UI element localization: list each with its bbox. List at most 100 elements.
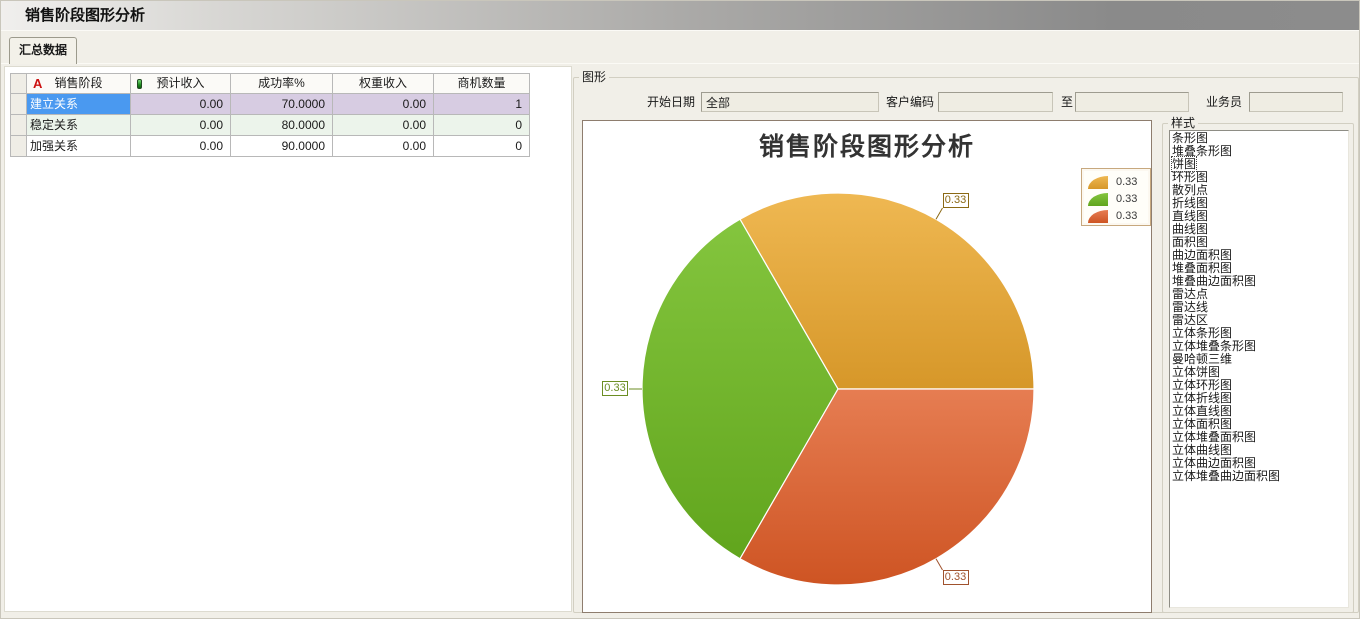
table-row[interactable]: 建立关系 0.00 70.0000 0.00 1 [11,94,530,115]
start-date-input[interactable] [701,92,879,112]
start-date-label: 开始日期 [647,93,695,112]
pie-chart [583,121,1151,612]
chart-area: 销售阶段图形分析 0.33 0.33 0.33 0.33 0.33 [582,120,1152,613]
style-option-label: 立体条形图 [1172,326,1232,340]
cell-success-rate[interactable]: 70.0000 [231,94,333,115]
legend-item: 0.33 [1088,208,1150,224]
cell-success-rate[interactable]: 90.0000 [231,136,333,157]
column-header-label: 预计收入 [156,76,204,90]
cell-weighted-income[interactable]: 0.00 [333,136,434,157]
cell-stage[interactable]: 加强关系 [27,136,131,157]
style-option-label: 雷达区 [1172,313,1208,327]
table-row[interactable]: 稳定关系 0.00 80.0000 0.00 0 [11,115,530,136]
style-option-label: 面积图 [1172,235,1208,249]
style-option-label: 立体折线图 [1172,391,1232,405]
column-header-opportunity-count[interactable]: 商机数量 [434,74,530,94]
cell-weighted-income[interactable]: 0.00 [333,94,434,115]
style-option-label: 立体堆叠曲边面积图 [1172,469,1280,483]
salesperson-input[interactable] [1249,92,1343,112]
style-option-label: 直线图 [1172,209,1208,223]
legend-value: 0.33 [1116,193,1137,205]
style-option-label: 立体堆叠条形图 [1172,339,1256,353]
cell-opportunity-count[interactable]: 1 [434,94,530,115]
legend-value: 0.33 [1116,210,1137,222]
style-option-label: 立体面积图 [1172,417,1232,431]
style-option-label: 雷达点 [1172,287,1208,301]
legend-item: 0.33 [1088,191,1150,207]
column-header-label: 销售阶段 [54,76,102,90]
customer-code-label: 客户编码 [886,93,934,112]
graph-panel-label: 图形 [579,70,609,85]
style-option-label: 饼图 [1172,157,1196,171]
content-area: A 销售阶段 预计收入 成功率% 权重收入 商机数量 [1,63,1359,614]
style-option-label: 条形图 [1172,131,1208,145]
row-selector[interactable] [11,115,27,136]
legend-swatch-icon [1088,176,1108,189]
column-header-weighted-income[interactable]: 权重收入 [333,74,434,94]
style-panel-label: 样式 [1168,116,1198,131]
cell-stage[interactable]: 稳定关系 [27,115,131,136]
tab-strip: 汇总数据 [1,32,1359,63]
style-option-label: 曼哈顿三维 [1172,352,1232,366]
legend-swatch-icon [1088,193,1108,206]
pie-slice-label: 0.33 [943,193,969,208]
callout-leader-line [936,208,943,219]
cell-stage[interactable]: 建立关系 [27,94,131,115]
cell-weighted-income[interactable]: 0.00 [333,115,434,136]
style-option-label: 立体饼图 [1172,365,1220,379]
tab-summary-data[interactable]: 汇总数据 [9,37,77,64]
row-selector[interactable] [11,94,27,115]
customer-code-input[interactable] [938,92,1053,112]
column-header-label: 商机数量 [457,76,505,90]
style-option-label: 立体堆叠面积图 [1172,430,1256,444]
graph-panel: 图形 开始日期 客户编码 至 业务员 销售阶段图形分析 0.33 0.33 0.… [573,77,1359,613]
cell-expected-income[interactable]: 0.00 [131,115,231,136]
legend-swatch-icon [1088,210,1108,223]
style-option[interactable]: 立体堆叠曲边面积图 [1170,470,1348,483]
pie-slice-label: 0.33 [602,381,628,396]
style-option-label: 曲边面积图 [1172,248,1232,262]
style-option-label: 折线图 [1172,196,1208,210]
sort-ascending-icon: A [33,74,42,93]
style-option-label: 立体曲线图 [1172,443,1232,457]
style-option-label: 立体曲边面积图 [1172,456,1256,470]
cell-expected-income[interactable]: 0.00 [131,136,231,157]
page-title: 销售阶段图形分析 [25,1,145,30]
customer-code-to-input[interactable] [1075,92,1189,112]
style-panel: 样式 条形图堆叠条形图饼图环形图散列点折线图直线图曲线图面积图曲边面积图堆叠面积… [1162,123,1354,613]
table-row[interactable]: 加强关系 0.00 90.0000 0.00 0 [11,136,530,157]
column-header-label: 权重收入 [359,76,407,90]
summary-table: A 销售阶段 预计收入 成功率% 权重收入 商机数量 [10,73,530,157]
callout-leader-line [936,559,943,570]
range-to-label: 至 [1061,93,1073,112]
column-header-stage[interactable]: A 销售阶段 [27,74,131,94]
cell-opportunity-count[interactable]: 0 [434,115,530,136]
style-listbox[interactable]: 条形图堆叠条形图饼图环形图散列点折线图直线图曲线图面积图曲边面积图堆叠面积图堆叠… [1169,130,1349,608]
chart-legend: 0.33 0.33 0.33 [1081,168,1151,226]
style-option-label: 雷达线 [1172,300,1208,314]
column-header-expected-income[interactable]: 预计收入 [131,74,231,94]
style-option[interactable]: 堆叠条形图 [1170,145,1348,158]
style-option-label: 立体环形图 [1172,378,1232,392]
style-option-label: 曲线图 [1172,222,1208,236]
style-option-label: 堆叠曲边面积图 [1172,274,1256,288]
style-option-label: 散列点 [1172,183,1208,197]
app-window: 销售阶段图形分析 汇总数据 A 销售阶段 预计收入 成功 [0,0,1360,619]
column-header-success-rate[interactable]: 成功率% [231,74,333,94]
column-header-label: 成功率% [258,76,305,90]
style-option-label: 堆叠条形图 [1172,144,1232,158]
salesperson-label: 业务员 [1206,93,1242,112]
table-header-row: A 销售阶段 预计收入 成功率% 权重收入 商机数量 [11,74,530,94]
row-selector-header[interactable] [11,74,27,94]
cell-opportunity-count[interactable]: 0 [434,136,530,157]
style-option-label: 环形图 [1172,170,1208,184]
legend-item: 0.33 [1088,174,1150,190]
window-titlebar: 销售阶段图形分析 [1,1,1359,31]
cell-expected-income[interactable]: 0.00 [131,94,231,115]
legend-value: 0.33 [1116,176,1137,188]
row-selector[interactable] [11,136,27,157]
cell-success-rate[interactable]: 80.0000 [231,115,333,136]
style-option-label: 堆叠面积图 [1172,261,1232,275]
summary-table-panel: A 销售阶段 预计收入 成功率% 权重收入 商机数量 [4,66,572,612]
pie-slice-label: 0.33 [943,570,969,585]
